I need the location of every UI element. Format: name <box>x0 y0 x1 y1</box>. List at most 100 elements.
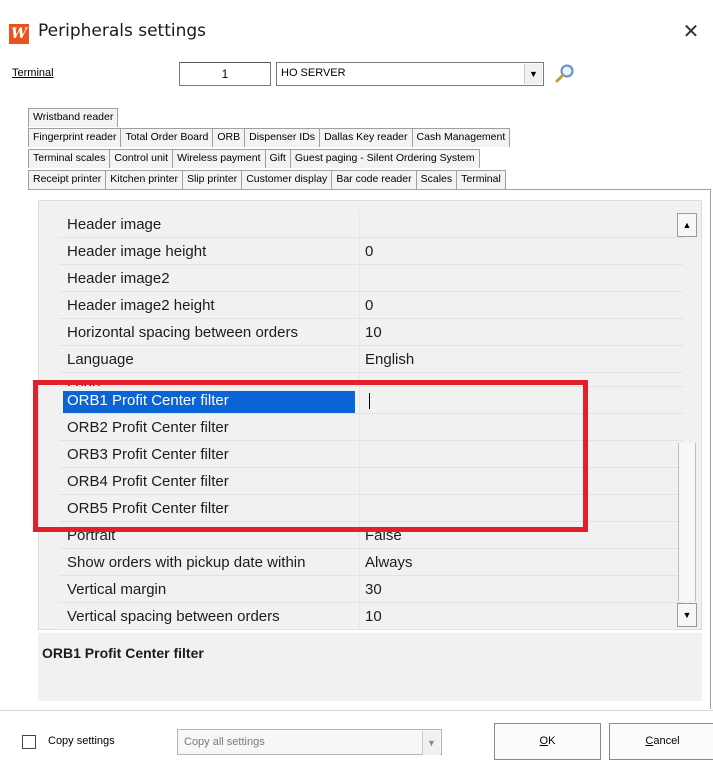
tab-cash-management[interactable]: Cash Management <box>411 128 511 147</box>
property-row[interactable]: ORB3 Profit Center filter <box>59 441 683 468</box>
scroll-down-arrow-icon[interactable]: ▼ <box>677 603 697 627</box>
property-row[interactable]: Vertical margin 30 <box>59 576 683 603</box>
tab-control-unit[interactable]: Control unit <box>109 149 174 168</box>
tab-receipt-printer[interactable]: Receipt printer <box>28 170 107 189</box>
property-row[interactable]: Portrait False <box>59 522 683 549</box>
property-value[interactable]: English <box>365 350 675 370</box>
cancel-button[interactable]: Cancel <box>609 723 713 760</box>
property-value[interactable]: 0 <box>365 296 675 316</box>
property-value[interactable]: Always <box>365 553 675 573</box>
search-icon[interactable] <box>552 63 578 85</box>
tab-customer-display[interactable]: Customer display <box>241 170 333 189</box>
bottom-bar: Copy settings Copy all settings ▼ OK Can… <box>0 710 713 779</box>
property-row[interactable]: Header image <box>59 211 683 238</box>
property-value-text: False <box>365 527 402 544</box>
copy-settings-label: Copy settings <box>48 735 115 747</box>
property-row[interactable]: Header image2 height 0 <box>59 292 683 319</box>
property-row[interactable]: Header image2 <box>59 265 683 292</box>
terminal-label: Terminal <box>12 67 54 79</box>
property-row[interactable]: ORB4 Profit Center filter <box>59 468 683 495</box>
tab-kitchen-printer[interactable]: Kitchen printer <box>105 170 183 189</box>
tab-total-order-board[interactable]: Total Order Board <box>120 128 214 147</box>
property-rows: Header image Header image height 0 Header i… <box>59 211 683 630</box>
tab-slip-printer[interactable]: Slip printer <box>181 170 243 189</box>
scroll-thumb[interactable] <box>678 443 696 601</box>
column-divider <box>359 265 360 292</box>
property-value[interactable]: 10 <box>365 607 675 627</box>
column-divider <box>359 441 360 468</box>
tab-scales[interactable]: Scales <box>415 170 458 189</box>
tab-row-3: Terminal scales Control unit Wireless paym… <box>28 149 480 168</box>
copy-settings-checkbox[interactable] <box>22 735 36 749</box>
column-divider <box>359 468 360 495</box>
app-logo-icon: W <box>9 24 29 44</box>
property-row[interactable]: ORB1 Profit Center filter <box>59 387 683 414</box>
property-name: Portrait <box>67 527 116 544</box>
vertical-scrollbar[interactable]: ▲ ▼ <box>677 213 697 627</box>
window-title: Peripherals settings <box>38 21 207 41</box>
tab-orb[interactable]: ORB <box>212 128 246 147</box>
copy-select-value: Copy all settings <box>184 736 265 748</box>
property-name: Header image <box>67 216 162 233</box>
tab-terminal[interactable]: Terminal <box>456 170 506 189</box>
text-caret <box>369 393 370 410</box>
column-divider <box>359 373 360 386</box>
property-row[interactable]: Horizontal spacing between orders 10 <box>59 319 683 346</box>
tab-row-2: Fingerprint reader Total Order Board ORB Di… <box>28 128 511 147</box>
tab-dallas-key-reader[interactable]: Dallas Key reader <box>319 128 413 147</box>
property-row[interactable]: ORB2 Profit Center filter <box>59 414 683 441</box>
column-divider <box>359 549 360 576</box>
property-name: ORB2 Profit Center filter <box>67 419 229 436</box>
terminal-select[interactable]: HO SERVER ▼ <box>276 62 544 86</box>
tab-bar-code-reader[interactable]: Bar code reader <box>331 170 417 189</box>
tab-dispenser-ids[interactable]: Dispenser IDs <box>244 128 321 147</box>
column-divider <box>359 238 360 265</box>
property-name: Language <box>67 351 134 368</box>
property-value[interactable]: 0 <box>365 242 675 262</box>
terminal-number-field[interactable]: 1 <box>179 62 271 86</box>
property-value-text: 0 <box>365 243 374 260</box>
close-button[interactable]: ✕ <box>677 18 705 44</box>
property-value-text: 0 <box>365 297 374 314</box>
property-value[interactable]: False <box>365 526 675 546</box>
property-row[interactable]: Logo <box>59 373 683 387</box>
dropdown-arrow-icon[interactable]: ▼ <box>422 731 440 755</box>
property-name: ORB4 Profit Center filter <box>67 473 229 490</box>
tab-terminal-scales[interactable]: Terminal scales <box>28 149 111 168</box>
property-value-text: 10 <box>365 608 382 625</box>
property-name: Vertical spacing between orders <box>67 608 280 625</box>
ok-button[interactable]: OK <box>494 723 601 760</box>
tab-wireless-payment[interactable]: Wireless payment <box>172 149 266 168</box>
terminal-select-value: HO SERVER <box>281 67 346 79</box>
property-name: ORB5 Profit Center filter <box>67 500 229 517</box>
property-value[interactable]: 10 <box>365 323 675 343</box>
property-name: Header image height <box>67 243 207 260</box>
property-name: Logo <box>67 378 101 387</box>
scroll-up-arrow-icon[interactable]: ▲ <box>677 213 697 237</box>
property-value-text: English <box>365 351 415 368</box>
property-row[interactable]: ORB5 Profit Center filter <box>59 495 683 522</box>
property-row[interactable]: Language English <box>59 346 683 373</box>
property-value[interactable]: 30 <box>365 580 675 600</box>
column-divider <box>359 319 360 346</box>
column-divider <box>359 576 360 603</box>
dropdown-arrow-icon[interactable]: ▼ <box>524 64 542 84</box>
copy-settings-select[interactable]: Copy all settings ▼ <box>177 729 442 755</box>
column-divider <box>359 292 360 319</box>
column-divider <box>359 522 360 549</box>
property-row[interactable]: Vertical spacing between orders 10 <box>59 603 683 630</box>
property-value[interactable] <box>365 391 675 411</box>
tab-gift[interactable]: Gift <box>264 149 291 168</box>
property-name: Header image2 <box>67 270 170 287</box>
property-row[interactable]: Show orders with pickup date within Alway… <box>59 549 683 576</box>
property-grid: Header image Header image height 0 Header i… <box>38 200 702 630</box>
tab-guest-paging-silent-ordering-system[interactable]: Guest paging - Silent Ordering System <box>289 149 480 168</box>
tab-row-1: Wristband reader <box>28 108 119 127</box>
property-value-text: 10 <box>365 324 382 341</box>
title-bar: W Peripherals settings ✕ <box>0 0 713 58</box>
column-divider <box>359 387 360 414</box>
tab-wristband-reader[interactable]: Wristband reader <box>28 108 119 127</box>
property-row[interactable]: Header image height 0 <box>59 238 683 265</box>
column-divider <box>359 346 360 373</box>
tab-fingerprint-reader[interactable]: Fingerprint reader <box>28 128 122 147</box>
